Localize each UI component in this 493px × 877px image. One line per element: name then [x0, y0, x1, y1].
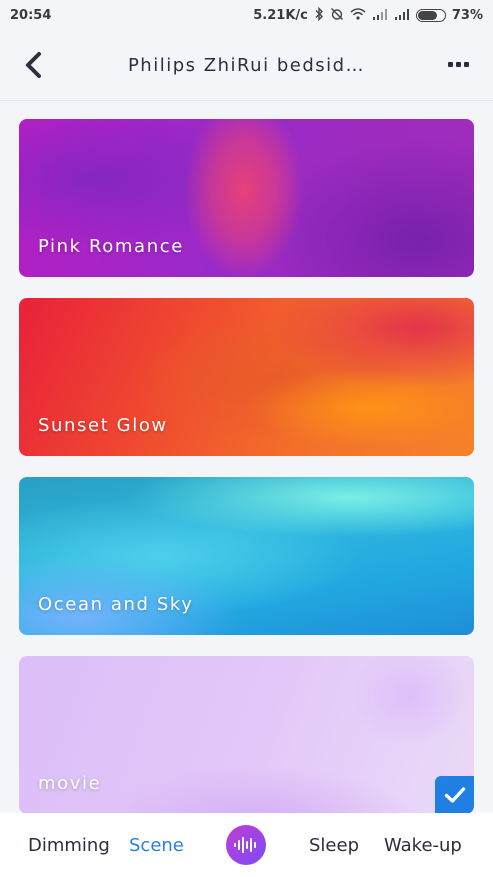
status-indicators: 5.21K/c 73%	[253, 6, 483, 24]
battery-percent: 73%	[451, 7, 483, 23]
music-mode-button[interactable]	[226, 825, 266, 865]
header-divider	[0, 100, 493, 101]
page-title: Philips ZhiRui bedsid…	[127, 54, 366, 76]
tab-dimming[interactable]: Dimming	[28, 813, 110, 877]
tab-scene[interactable]: Scene	[129, 813, 184, 877]
more-icon	[447, 61, 453, 67]
tab-wake-up[interactable]: Wake-up	[384, 813, 462, 877]
tab-sleep[interactable]: Sleep	[309, 813, 359, 877]
network-speed: 5.21K/c	[253, 7, 308, 23]
alarm-off-icon	[330, 7, 344, 24]
bottom-tab-bar: Dimming Scene Sleep Wake-up	[0, 813, 493, 877]
back-button[interactable]	[20, 50, 50, 80]
scene-label: Sunset Glow	[38, 415, 168, 436]
wifi-icon	[350, 7, 366, 23]
status-bar: 20:54 5.21K/c 73%	[0, 0, 493, 30]
signal-icon	[394, 8, 410, 23]
scene-label: Ocean and Sky	[38, 594, 194, 615]
bluetooth-icon	[314, 6, 324, 24]
selected-checkbox[interactable]	[435, 776, 474, 814]
music-wave-icon	[234, 837, 256, 853]
scene-label: Pink Romance	[38, 236, 184, 257]
check-icon	[444, 787, 465, 803]
scene-card-movie[interactable]: movie	[19, 656, 474, 814]
header: Philips ZhiRui bedsid…	[0, 30, 493, 100]
scene-card-pink-romance[interactable]: Pink Romance	[19, 119, 474, 277]
scene-card-ocean-and-sky[interactable]: Ocean and Sky	[19, 477, 474, 635]
battery-icon	[415, 8, 446, 22]
scene-label: movie	[38, 773, 102, 794]
scene-card-sunset-glow[interactable]: Sunset Glow	[19, 298, 474, 456]
chevron-left-icon	[26, 52, 41, 78]
signal-icon	[372, 8, 388, 23]
more-button[interactable]	[443, 54, 473, 74]
status-time: 20:54	[10, 7, 52, 23]
scene-list: Pink Romance Sunset Glow Ocean and Sky m…	[19, 119, 474, 814]
